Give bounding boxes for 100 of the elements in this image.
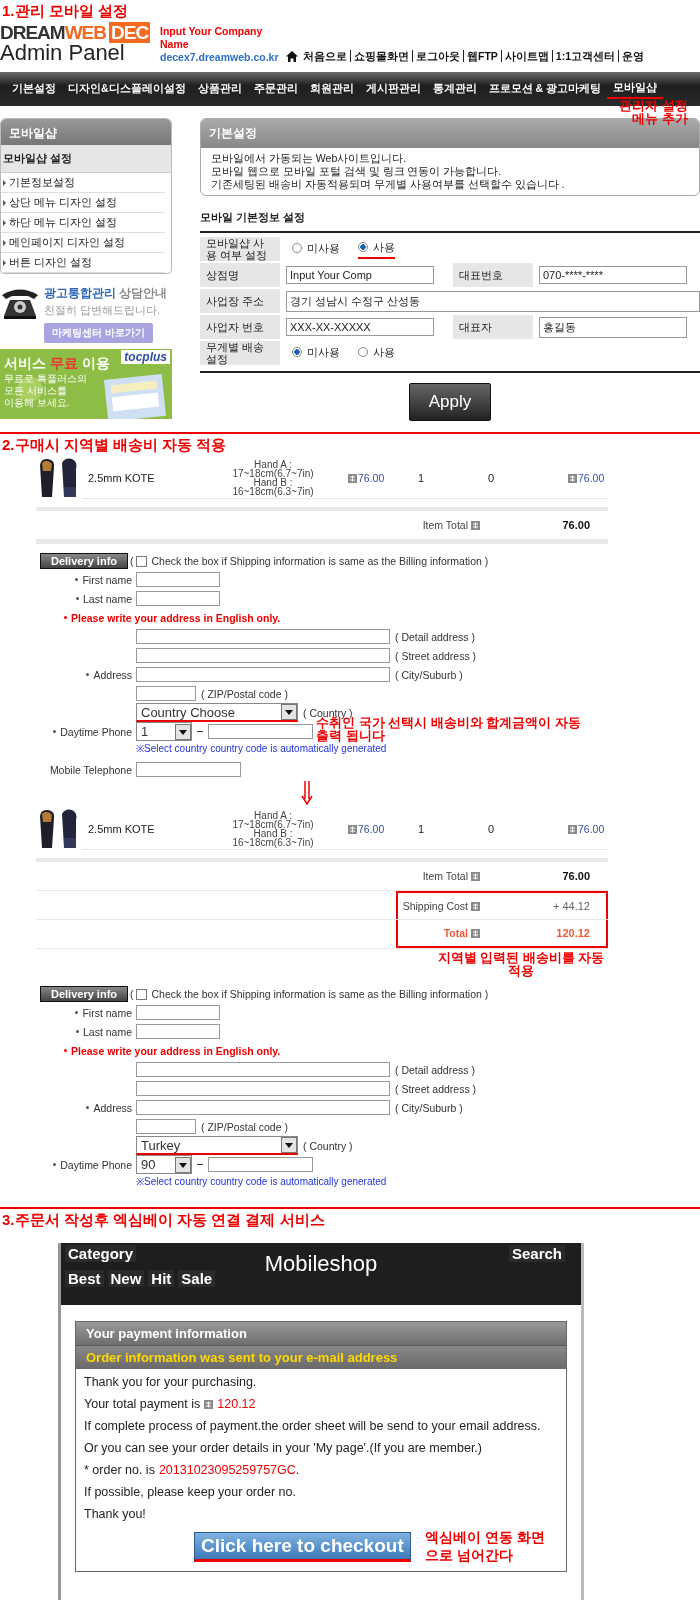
sidebar-item[interactable]: 하단 메뉴 디자인 설정 <box>1 213 165 233</box>
banner-title-word: 이용 <box>82 355 110 373</box>
menu-item[interactable]: 통계관리 <box>426 80 483 98</box>
field-label: First name <box>82 573 132 586</box>
ad-title: 광고통합관리 상담안내 <box>44 286 168 301</box>
top-link[interactable]: 운영 <box>618 50 648 62</box>
text-field[interactable]: 경기 성남시 수정구 산성동 <box>286 290 700 312</box>
field-label: 상점명 <box>200 263 280 287</box>
message-text: Your total payment is <box>84 1397 201 1412</box>
text-field[interactable] <box>136 572 220 587</box>
top-link[interactable]: 처음으로 <box>300 50 350 62</box>
section-label: Delivery info <box>40 553 129 569</box>
panel-subtitle: Order information was sent to your e-mail address <box>76 1346 566 1369</box>
section-label: Delivery info <box>40 986 129 1002</box>
field-label: 사업장 주소 <box>200 289 280 313</box>
menu-item[interactable]: 회원관리 <box>303 80 360 98</box>
shop-tab[interactable]: Hit <box>148 1270 175 1287</box>
site-domain: decex7.dreamweb.co.kr <box>160 51 280 64</box>
bullet-icon <box>86 673 90 676</box>
top-link[interactable]: 쇼핑몰화면 <box>350 50 412 62</box>
text-field[interactable]: XXX-XX-XXXXX <box>286 318 434 336</box>
bullet-icon <box>64 1049 67 1052</box>
text-field[interactable] <box>136 1100 390 1115</box>
company-name: Input Your Company Name <box>160 25 264 51</box>
checkbox-label: Check the box if Shipping information is same as the Billing information ) <box>151 555 489 567</box>
menu-item[interactable]: 모바일샵 <box>607 79 663 99</box>
text-field[interactable] <box>136 591 220 606</box>
text-field[interactable] <box>136 762 241 777</box>
country-select[interactable]: Country Choose <box>136 703 298 722</box>
radio-button[interactable] <box>358 242 368 252</box>
menu-item[interactable]: 게시판관리 <box>359 80 427 98</box>
text-field[interactable] <box>136 1062 390 1077</box>
radio-button[interactable] <box>358 347 368 357</box>
bullet-icon <box>3 219 6 226</box>
paren-text: ( <box>130 555 134 567</box>
text-field[interactable]: 070-****-**** <box>539 266 687 284</box>
table-cell-text: 0 <box>488 823 496 835</box>
radio-option[interactable]: 사용 <box>358 239 395 259</box>
shop-tab[interactable]: New <box>107 1270 145 1287</box>
text-field[interactable]: Input Your Comp <box>286 266 434 284</box>
field-label: Last name <box>82 1025 132 1038</box>
text-field[interactable] <box>136 1024 220 1039</box>
radio-option[interactable]: 미사용 <box>292 239 340 259</box>
radio-option[interactable]: 사용 <box>358 344 395 362</box>
checkbox[interactable] <box>135 555 147 567</box>
panel-text: 모바일에서 가동되는 Web사이트입니다. <box>210 152 408 165</box>
menu-item[interactable]: 주문관리 <box>247 80 304 98</box>
banner-text: 모든 서비스를 <box>4 385 68 397</box>
text-field[interactable] <box>136 629 390 644</box>
bullet-icon <box>75 1011 79 1014</box>
field-label: 모바일샵 사용 여부 설정 <box>200 237 280 261</box>
text-field[interactable] <box>208 1157 313 1172</box>
top-link[interactable]: 사이트맵 <box>500 50 552 62</box>
text-field[interactable]: 홍길동 <box>539 316 687 338</box>
country-select[interactable]: Turkey <box>136 1136 298 1155</box>
radio-option[interactable]: 미사용 <box>292 344 340 362</box>
text-field[interactable] <box>208 724 313 739</box>
category-button[interactable]: Category <box>65 1245 137 1262</box>
text-field[interactable] <box>136 686 196 701</box>
text-field[interactable] <box>136 648 390 663</box>
hint-text: ※Select country country code is automatically generated <box>136 743 388 755</box>
bullet-icon <box>53 1163 57 1166</box>
menu-item[interactable]: 프로모션 & 광고마케팅 <box>482 80 607 98</box>
banner-logo: tocplus <box>121 350 170 364</box>
bullet-icon <box>86 1106 90 1109</box>
top-link[interactable]: 로그아웃 <box>412 50 463 62</box>
message-text: Or you can see your order details in your 'My page'.(If you are member.) <box>84 1441 482 1456</box>
code-select[interactable]: 90 <box>136 1155 192 1174</box>
field-hint: ( Street address ) <box>395 1082 477 1095</box>
home-icon[interactable] <box>286 50 298 62</box>
apply-button[interactable]: Apply <box>409 383 491 421</box>
message-text: Thank you for your purchasing. <box>84 1375 257 1390</box>
search-button[interactable]: Search <box>508 1245 565 1262</box>
line-total: 76.00 <box>578 823 605 835</box>
currency-icon <box>204 1400 214 1409</box>
summary-label: Item Total <box>422 519 468 531</box>
shop-tab[interactable]: Best <box>65 1270 104 1287</box>
menu-item[interactable]: 디자인&디스플레이설정 <box>62 80 192 98</box>
menu-item[interactable]: 상품관리 <box>191 80 248 98</box>
top-link[interactable]: 웹FTP <box>463 50 501 62</box>
radio-button[interactable] <box>292 347 302 357</box>
section-heading: 3.주문서 작성후 엑심베이 자동 연결 결제 서비스 <box>1 1210 326 1230</box>
ad-banner[interactable]: 서비스 무료 이용 tocplus 무료로 톡플러스의 모든 서비스를 이용해 보세요. <box>0 349 172 419</box>
sidebar-item[interactable]: 기본정보설정 <box>1 173 165 193</box>
top-link[interactable]: 1:1고객센터 <box>551 50 619 62</box>
sidebar-item[interactable]: 메인페이지 디자인 설정 <box>1 233 165 253</box>
summary-label: Item Total <box>422 870 468 882</box>
field-label: 대표자 <box>453 315 533 339</box>
text-field[interactable] <box>136 1081 390 1096</box>
shop-tab[interactable]: Sale <box>178 1270 216 1287</box>
sidebar-item[interactable]: 버튼 디자인 설정 <box>1 253 165 273</box>
menu-item[interactable]: 기본설정 <box>6 80 62 98</box>
code-select[interactable]: 1 <box>136 722 192 741</box>
text-field[interactable] <box>136 667 390 682</box>
sidebar-item[interactable]: 상단 메뉴 디자인 설정 <box>1 193 165 213</box>
radio-button[interactable] <box>292 243 302 253</box>
checkbox[interactable] <box>135 988 147 1000</box>
text-field[interactable] <box>136 1119 196 1134</box>
table-cell-text: 0 <box>488 472 496 484</box>
text-field[interactable] <box>136 1005 220 1020</box>
